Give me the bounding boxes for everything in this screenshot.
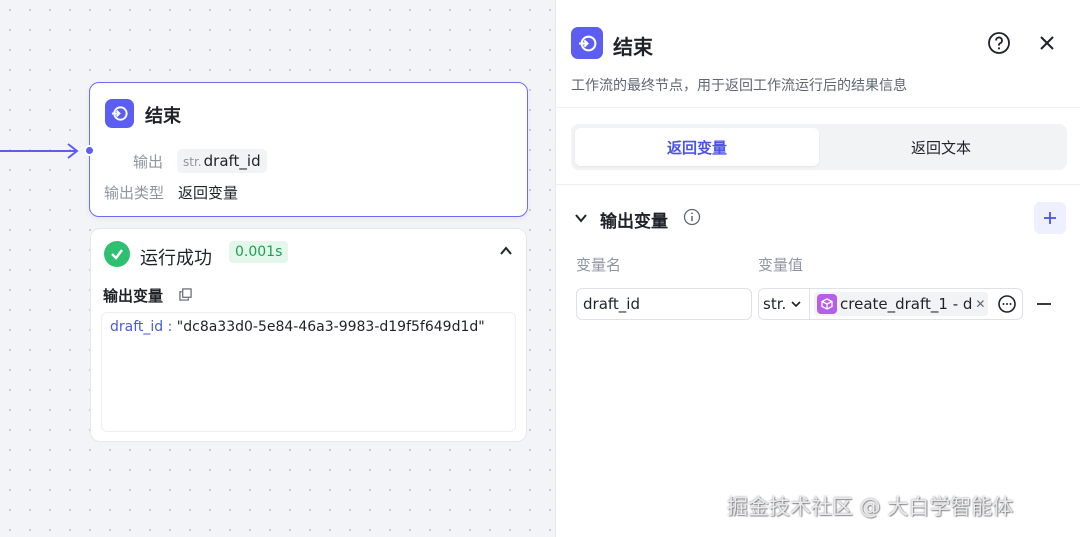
connection-edge xyxy=(0,143,79,159)
end-node-card[interactable]: 结束 输出 str. draft_id 输出类型 返回变量 xyxy=(89,82,528,217)
chevron-down-icon[interactable] xyxy=(574,210,588,229)
return-mode-tabs: 返回变量 返回文本 xyxy=(571,124,1067,170)
output-key: draft_id xyxy=(110,319,164,335)
divider xyxy=(556,184,1080,185)
run-status: 运行成功 xyxy=(140,248,212,269)
help-icon[interactable] xyxy=(986,30,1012,56)
output-box: draft_id : "dc8a33d0-5e84-46a3-9983-d19f… xyxy=(101,312,516,432)
minus-icon[interactable] xyxy=(1034,294,1054,318)
variable-pick-icon[interactable] xyxy=(997,294,1017,318)
copy-icon[interactable] xyxy=(179,286,192,305)
duration-badge: 0.001s xyxy=(229,241,289,263)
tab-return-text[interactable]: 返回文本 xyxy=(819,128,1063,166)
variable-reference-box[interactable]: create_draft_1 - d ✕ xyxy=(809,288,1023,320)
end-node-icon xyxy=(571,27,603,59)
node-title: 结束 xyxy=(145,106,181,127)
run-result-card: 运行成功 0.001s 输出变量 draft_id : "dc8a33d0-5e… xyxy=(90,228,527,442)
node-output-type-value: 返回变量 xyxy=(178,184,239,202)
panel-description: 工作流的最终节点，用于返回工作流运行后的结果信息 xyxy=(571,78,907,94)
column-header-name: 变量名 xyxy=(576,256,622,274)
cube-icon xyxy=(817,294,837,314)
close-icon[interactable] xyxy=(1034,30,1060,56)
variable-reference-tag[interactable]: create_draft_1 - d ✕ xyxy=(814,292,989,316)
variable-type-select[interactable]: str. xyxy=(758,288,810,320)
chevron-up-icon[interactable] xyxy=(498,243,514,263)
watermark: 掘金技术社区 @ 大白学智能体 xyxy=(727,495,1014,519)
output-value: "dc8a33d0-5e84-46a3-9983-d19f5f649d1d" xyxy=(176,319,485,335)
column-header-value: 变量值 xyxy=(758,256,804,274)
node-output-pill: str. draft_id xyxy=(177,149,267,173)
node-output-row: 输出 str. draft_id xyxy=(133,149,267,173)
variable-name-input[interactable] xyxy=(576,288,752,320)
type-prefix: str. xyxy=(183,155,202,169)
section-title: 输出变量 xyxy=(600,212,668,232)
node-output-type-label: 输出类型 xyxy=(104,184,165,202)
info-icon[interactable] xyxy=(683,208,701,230)
remove-reference-icon[interactable]: ✕ xyxy=(975,297,985,311)
panel-header: 结束 工作流的最终节点，用于返回工作流运行后的结果信息 xyxy=(556,0,1080,108)
plus-icon xyxy=(1044,212,1056,224)
output-separator: : xyxy=(163,319,177,335)
variable-type-value: str. xyxy=(763,295,787,313)
add-variable-button[interactable] xyxy=(1034,202,1066,234)
success-check-icon xyxy=(104,241,130,267)
output-section-label: 输出变量 xyxy=(103,287,164,305)
node-settings-panel: 结束 工作流的最终节点，用于返回工作流运行后的结果信息 返回变量 返回文本 输出… xyxy=(555,0,1080,537)
end-node-icon xyxy=(105,99,134,128)
node-input-port[interactable] xyxy=(84,145,95,156)
workflow-canvas[interactable]: 结束 输出 str. draft_id 输出类型 返回变量 运行成功 0.001… xyxy=(0,0,555,537)
node-output-label: 输出 xyxy=(133,152,164,171)
node-output-type-row: 输出类型 返回变量 xyxy=(104,182,238,203)
panel-title: 结束 xyxy=(613,35,653,59)
tab-return-variable[interactable]: 返回变量 xyxy=(575,128,819,166)
output-var: draft_id xyxy=(203,152,261,170)
chevron-down-icon xyxy=(791,301,801,308)
variable-reference-text: create_draft_1 - d xyxy=(840,295,973,313)
